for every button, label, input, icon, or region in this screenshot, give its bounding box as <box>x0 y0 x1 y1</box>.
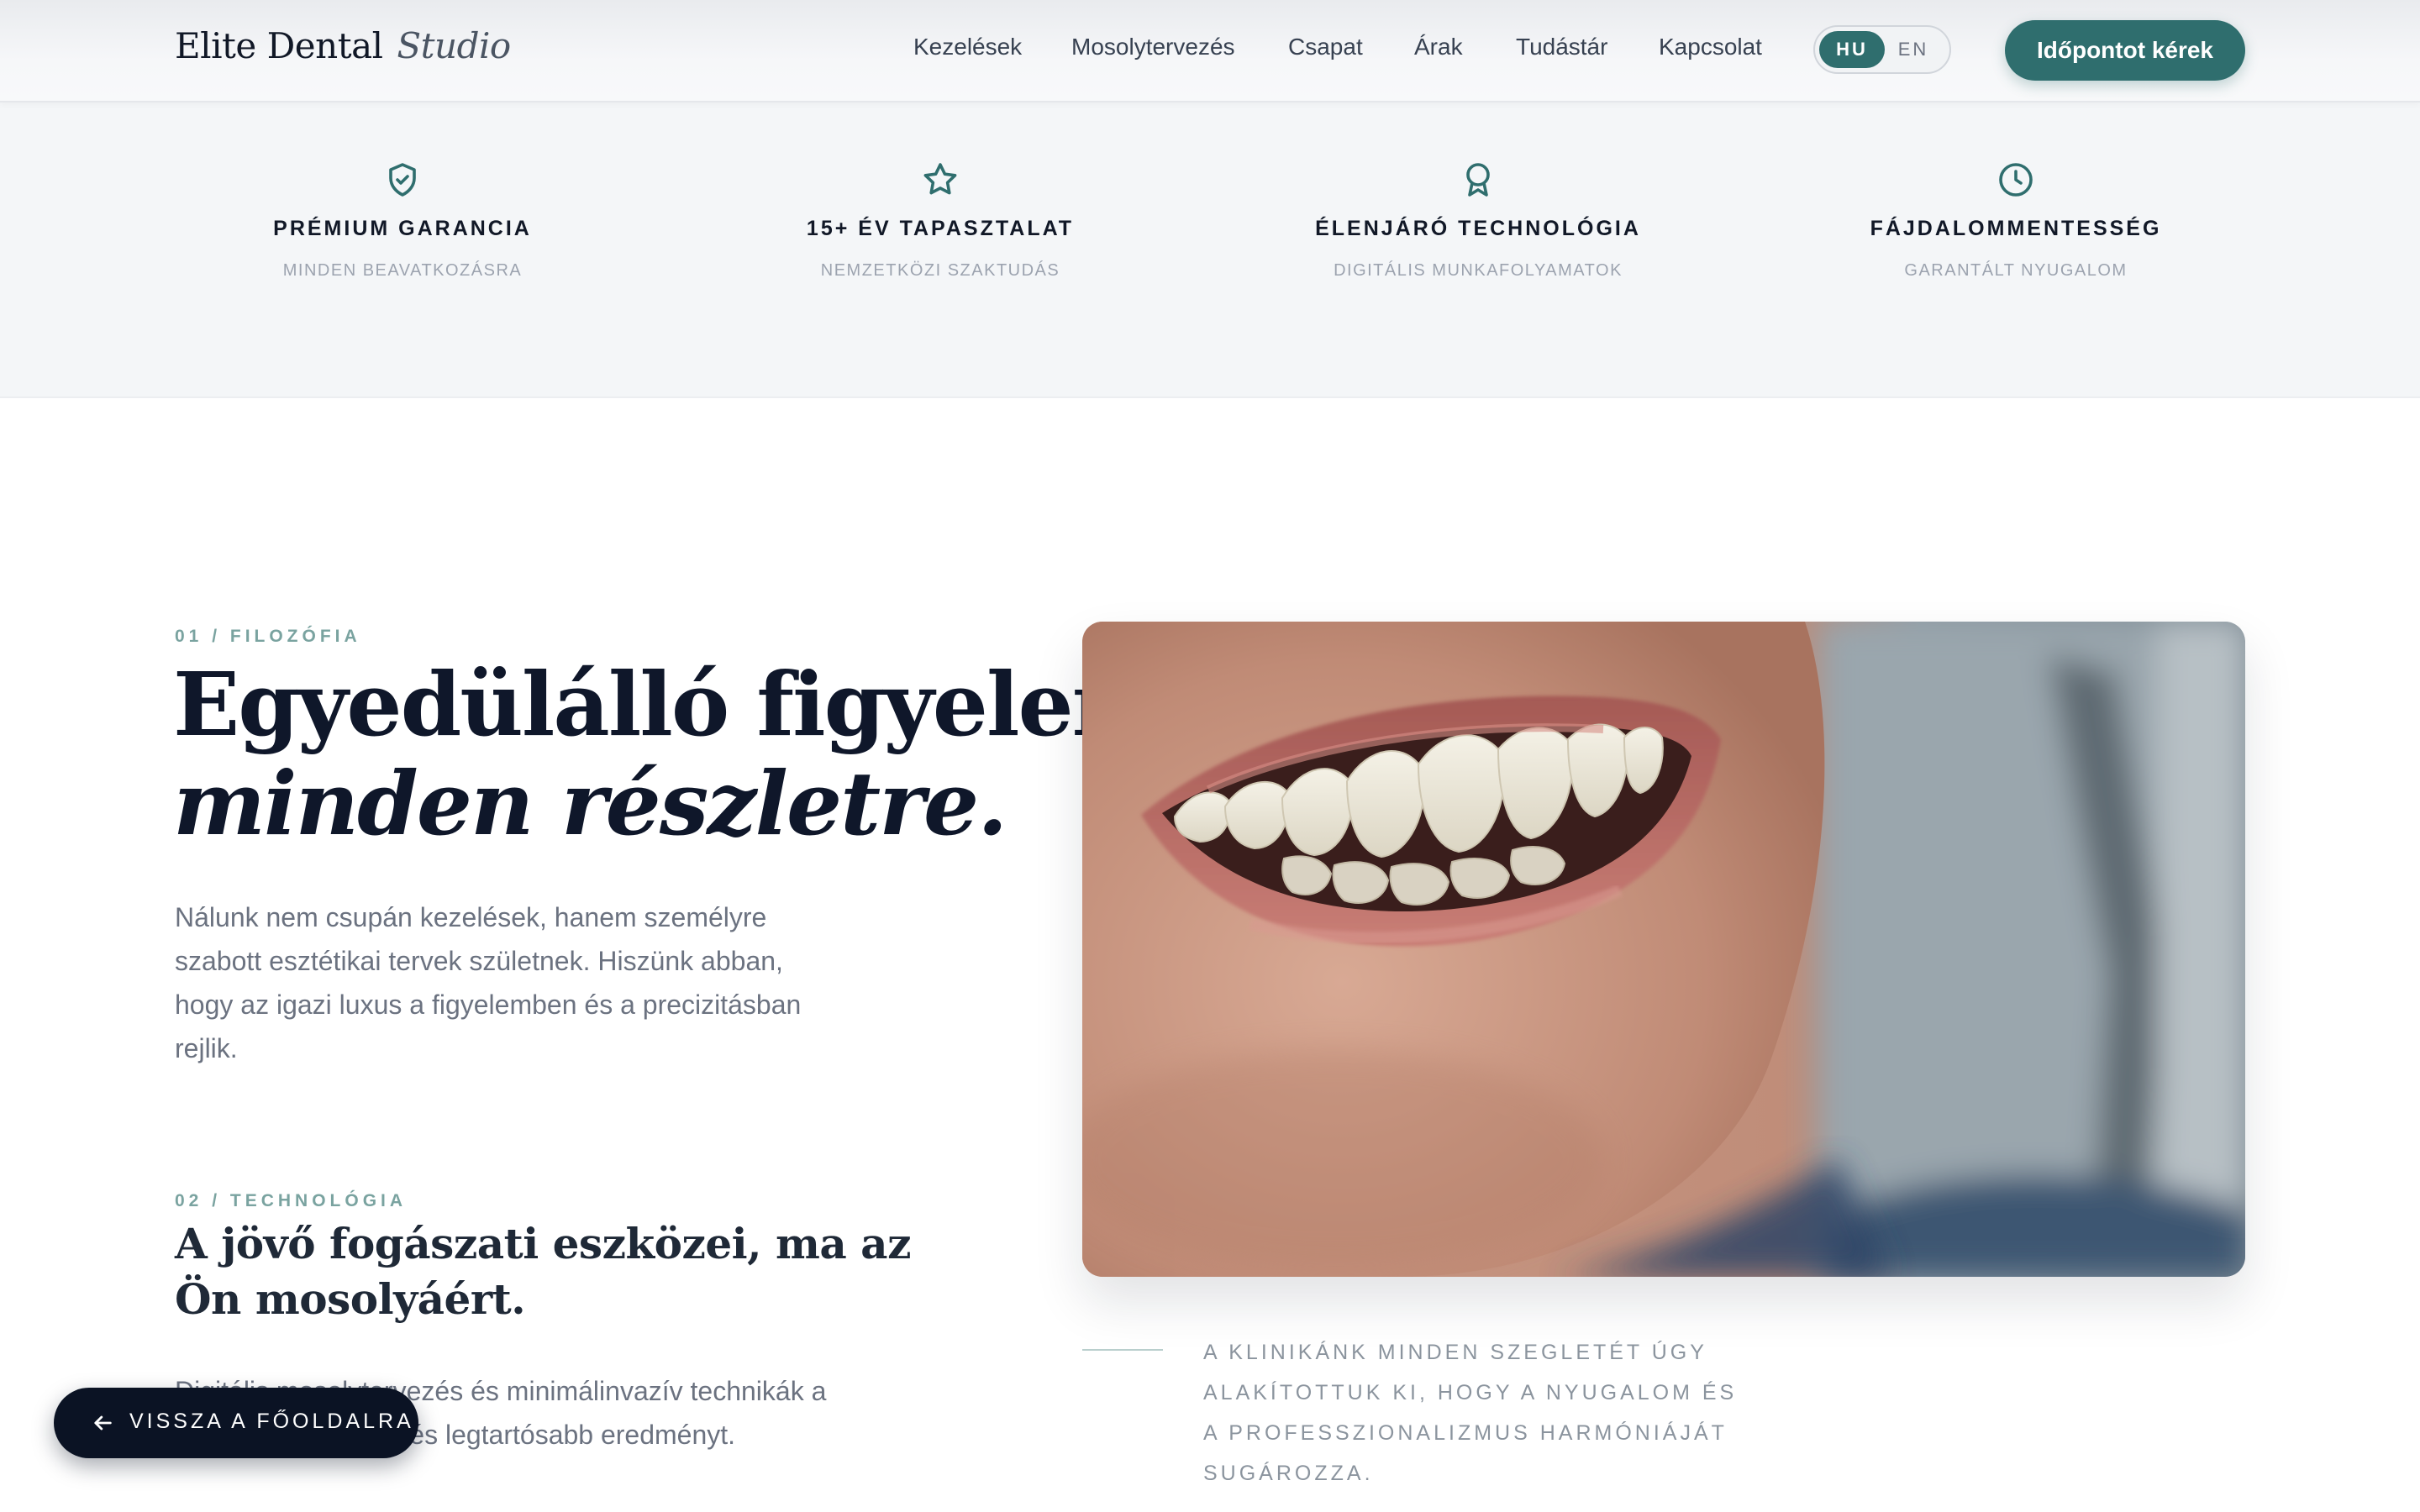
book-appointment-button[interactable]: Időpontot kérek <box>2005 20 2245 81</box>
technology-heading: A jövő fogászati eszközei, ma az Ön moso… <box>175 1219 911 1324</box>
back-button-label: VISSZA A FŐOLDALRA <box>129 1410 414 1433</box>
section-eyebrow-philosophy: 01 / FILOZÓFIA <box>175 627 361 646</box>
feature-title: 15+ ÉV TAPASZTALAT <box>806 217 1075 240</box>
top-navbar: Elite Dental Studio Kezelések Mosolyterv… <box>0 0 2420 102</box>
nav-link-arak[interactable]: Árak <box>1414 34 1463 60</box>
image-caption: A KLINIKÁNK MINDEN SZEGLETÉT ÚGY ALAKÍTO… <box>1203 1341 1738 1485</box>
feature-title: PRÉMIUM GARANCIA <box>273 217 532 240</box>
feature-subtitle: GARANTÁLT NYUGALOM <box>1904 261 2128 280</box>
philosophy-heading: Egyedülálló figyelem minden részletre. <box>173 653 1165 855</box>
language-option-hu[interactable]: HU <box>1819 31 1885 68</box>
feature-subtitle: DIGITÁLIS MUNKAFOLYAMATOK <box>1334 261 1623 280</box>
award-icon <box>1466 163 1490 197</box>
feature-subtitle: NEMZETKÖZI SZAKTUDÁS <box>820 261 1060 280</box>
philosophy-heading-line1: Egyedülálló figyelem <box>173 653 1165 756</box>
brand-name-italic: Studio <box>397 25 511 66</box>
feature-subtitle: MINDEN BEAVATKOZÁSRA <box>282 261 523 280</box>
feature-item: ÉLENJÁRÓ TECHNOLÓGIA DIGITÁLIS MUNKAFOLY… <box>1260 160 1697 281</box>
feature-strip: PRÉMIUM GARANCIA MINDEN BEAVATKOZÁSRA 15… <box>0 102 2420 398</box>
arrow-left-icon <box>94 1415 112 1431</box>
clock-icon <box>1999 163 2033 197</box>
brand-logo[interactable]: Elite Dental Studio <box>175 25 511 66</box>
shield-check-icon <box>389 163 416 197</box>
caption-divider <box>1082 1349 1163 1351</box>
feature-item: FÁJDALOMMENTESSÉG GARANTÁLT NYUGALOM <box>1797 160 2234 281</box>
feature-item: 15+ ÉV TAPASZTALAT NEMZETKÖZI SZAKTUDÁS <box>722 160 1159 281</box>
nav-link-tudastar[interactable]: Tudástár <box>1516 34 1607 60</box>
star-icon <box>923 163 957 195</box>
philosophy-body: Nálunk nem csupán kezelések, hanem szemé… <box>175 902 802 1063</box>
nav-link-csapat[interactable]: Csapat <box>1288 34 1363 60</box>
smile-illustration <box>1082 622 2245 1277</box>
language-option-en[interactable]: EN <box>1881 31 1946 68</box>
brand-name: Elite Dental <box>175 25 383 66</box>
nav-link-mosolytervezes[interactable]: Mosolytervezés <box>1071 34 1235 60</box>
feature-title: ÉLENJÁRÓ TECHNOLÓGIA <box>1315 217 1641 240</box>
smile-photo <box>1082 622 2245 1277</box>
feature-item: PRÉMIUM GARANCIA MINDEN BEAVATKOZÁSRA <box>184 160 621 281</box>
back-to-home-button[interactable]: VISSZA A FŐOLDALRA <box>54 1388 418 1458</box>
nav-link-kezelesek[interactable]: Kezelések <box>913 34 1022 60</box>
nav-link-kapcsolat[interactable]: Kapcsolat <box>1659 34 1762 60</box>
language-toggle[interactable]: HU EN <box>1813 25 1951 74</box>
philosophy-heading-line2: minden részletre. <box>173 752 1007 855</box>
section-eyebrow-technology: 02 / TECHNOLÓGIA <box>175 1191 408 1210</box>
feature-title: FÁJDALOMMENTESSÉG <box>1870 217 2162 240</box>
